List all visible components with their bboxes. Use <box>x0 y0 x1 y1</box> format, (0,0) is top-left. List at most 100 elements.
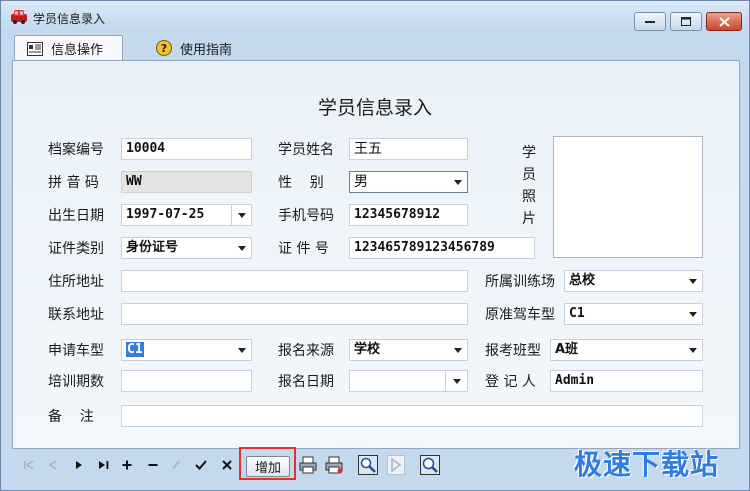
app-car-icon <box>10 9 28 24</box>
class-type-label: 报考班型 <box>485 343 541 359</box>
tab-info-operation[interactable]: 信息操作 <box>14 35 123 61</box>
zoom-button[interactable] <box>419 452 441 478</box>
prev-record-icon <box>48 460 57 470</box>
play-icon <box>387 455 405 475</box>
post-record-button[interactable] <box>191 452 211 478</box>
cross-icon <box>222 460 232 470</box>
class-type-select[interactable]: A班 <box>550 339 703 361</box>
pinyin-field: WW <box>121 171 252 193</box>
next-record-icon <box>76 461 82 469</box>
gender-label: 性 别 <box>278 175 324 191</box>
address-label: 住所地址 <box>48 274 104 290</box>
cancel-record-button[interactable] <box>217 452 237 478</box>
info-card-icon <box>27 41 43 56</box>
original-license-select[interactable]: C1 <box>564 303 703 325</box>
original-license-label: 原准驾车型 <box>485 307 555 323</box>
prev-record-button[interactable] <box>43 452 63 478</box>
title-bar: 学员信息录入 <box>1 1 749 31</box>
archive-no-field[interactable]: 10004 <box>121 138 252 160</box>
chevron-down-icon <box>445 371 467 391</box>
maximize-button[interactable] <box>670 12 702 31</box>
maximize-icon <box>681 17 691 26</box>
edit-record-button[interactable] <box>167 452 185 478</box>
id-number-label: 证 件 号 <box>278 241 329 257</box>
address-field[interactable] <box>121 270 468 292</box>
close-icon <box>718 16 730 27</box>
student-name-label: 学员姓名 <box>278 142 334 158</box>
id-type-label: 证件类别 <box>48 241 104 257</box>
archive-no-label: 档案编号 <box>48 142 104 158</box>
chevron-down-icon <box>231 205 251 225</box>
registrar-label: 登 记 人 <box>485 374 536 390</box>
svg-text:?: ? <box>161 42 167 55</box>
delete-record-button[interactable] <box>143 452 163 478</box>
contact-address-field[interactable] <box>121 303 468 325</box>
chevron-down-icon <box>449 172 467 192</box>
form-title: 学员信息录入 <box>317 97 432 119</box>
printer-icon <box>299 456 317 474</box>
birth-date-picker[interactable]: 1997-07-25 <box>121 204 252 226</box>
id-type-value: 身份证号 <box>126 240 179 255</box>
training-school-value: 总校 <box>569 273 596 288</box>
id-type-select[interactable]: 身份证号 <box>121 237 252 259</box>
student-name-field[interactable]: 王五 <box>349 138 468 160</box>
add-button[interactable]: 增加 <box>246 456 290 477</box>
first-record-button[interactable] <box>19 452 39 478</box>
phone-field[interactable]: 12345678912 <box>349 204 468 226</box>
tab-label: 信息操作 <box>51 43 104 58</box>
tab-user-guide[interactable]: ? 使用指南 <box>144 35 254 61</box>
photo-label-char: 片 <box>522 211 536 227</box>
pinyin-label: 拼 音 码 <box>48 175 99 191</box>
registrar-field[interactable]: Admin <box>550 370 703 392</box>
search-icon <box>358 455 378 475</box>
class-type-value: A班 <box>555 342 579 357</box>
watermark-text: 极速下载站 <box>574 448 720 481</box>
birth-date-value: 1997-07-25 <box>126 207 205 222</box>
window-title: 学员信息录入 <box>33 12 106 26</box>
apply-type-label: 申请车型 <box>48 343 104 359</box>
source-label: 报名来源 <box>278 343 334 359</box>
chevron-down-icon <box>233 340 251 360</box>
last-record-icon <box>99 461 109 469</box>
signup-date-picker[interactable] <box>349 370 468 392</box>
training-school-label: 所属训练场 <box>485 274 555 290</box>
close-button[interactable] <box>706 12 742 31</box>
photo-label-char: 学 <box>522 145 536 161</box>
minimize-button[interactable] <box>634 12 666 31</box>
id-number-field[interactable]: 123465789123456789 <box>349 237 535 259</box>
last-record-button[interactable] <box>93 452 115 478</box>
minimize-icon <box>645 20 655 23</box>
signup-date-label: 报名日期 <box>278 374 334 390</box>
training-period-label: 培训期数 <box>48 374 104 390</box>
next-record-button[interactable] <box>69 452 89 478</box>
source-select[interactable]: 学校 <box>349 339 468 361</box>
tab-bar: 信息操作 ? 使用指南 <box>6 32 744 61</box>
record-toolbar <box>11 452 451 480</box>
student-photo-box[interactable] <box>553 136 703 258</box>
chevron-down-icon <box>449 340 467 360</box>
apply-type-select[interactable]: C1 <box>121 339 252 361</box>
print-button[interactable] <box>297 452 319 478</box>
birth-date-label: 出生日期 <box>48 208 104 224</box>
search-button[interactable] <box>357 452 379 478</box>
chevron-down-icon <box>233 238 251 258</box>
play-button[interactable] <box>385 452 407 478</box>
training-school-select[interactable]: 总校 <box>564 270 703 292</box>
help-icon: ? <box>156 40 172 56</box>
gender-value: 男 <box>354 174 368 190</box>
photo-label: 学 员 照 片 <box>520 142 538 230</box>
printer-preview-icon <box>325 456 343 474</box>
source-value: 学校 <box>354 342 381 357</box>
first-record-icon <box>24 460 34 470</box>
plus-icon <box>122 460 132 470</box>
tab-label: 使用指南 <box>180 42 233 58</box>
print-preview-button[interactable] <box>323 452 345 478</box>
photo-label-char: 员 <box>522 167 536 183</box>
original-license-value: C1 <box>569 306 585 321</box>
training-period-field[interactable] <box>121 370 252 392</box>
remarks-field[interactable] <box>121 405 703 427</box>
gender-select[interactable]: 男 <box>349 171 468 193</box>
zoom-icon <box>420 455 440 475</box>
chevron-down-icon <box>684 340 702 360</box>
insert-record-button[interactable] <box>117 452 137 478</box>
